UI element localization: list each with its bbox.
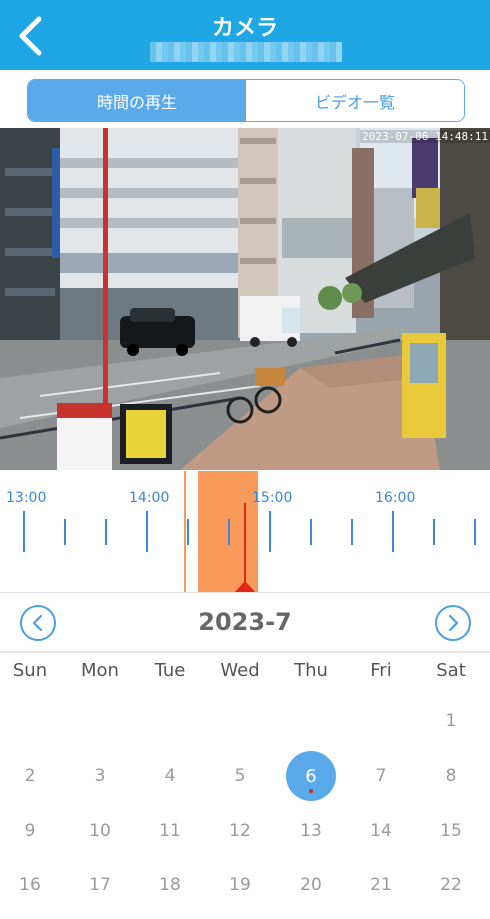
weekday-sun: Sun: [12, 660, 48, 681]
calendar-day[interactable]: 20: [286, 860, 336, 910]
weekday-sat: Sat: [436, 660, 466, 681]
page-title: カメラ: [211, 16, 278, 41]
video-player[interactable]: 2023-07-06 14:48:11: [0, 128, 490, 470]
calendar-day[interactable]: 22: [426, 860, 476, 910]
timeline-label: 16:00: [375, 490, 416, 506]
video-frame: [0, 128, 490, 470]
timeline-minor-tick: [351, 519, 353, 545]
timeline-minor-tick: [64, 519, 66, 545]
calendar-day[interactable]: 1: [426, 696, 476, 746]
timeline-label: 15:00: [252, 490, 293, 506]
calendar-day[interactable]: 13: [286, 806, 336, 856]
playhead-line[interactable]: [244, 503, 246, 588]
playhead-marker-icon[interactable]: [234, 581, 256, 592]
calendar-header: 2023-7: [0, 598, 490, 650]
weekday-thu: Thu: [294, 660, 328, 681]
timeline-minor-tick: [187, 519, 189, 545]
next-month-button[interactable]: [435, 605, 471, 641]
weekday-fri: Fri: [370, 660, 392, 681]
month-title: 2023-7: [198, 608, 292, 636]
timeline-major-tick: [23, 511, 25, 552]
calendar-divider: [0, 651, 490, 653]
calendar-day[interactable]: 10: [75, 806, 125, 856]
calendar-day[interactable]: 16: [5, 860, 55, 910]
calendar-day[interactable]: 7: [356, 751, 406, 801]
calendar-day[interactable]: 15: [426, 806, 476, 856]
chevron-right-circle-icon: [448, 614, 459, 632]
calendar-day-selected[interactable]: 6: [286, 751, 336, 801]
weekday-mon: Mon: [81, 660, 119, 681]
timeline-minor-tick: [433, 519, 435, 545]
calendar-day[interactable]: 4: [145, 751, 195, 801]
calendar-day[interactable]: 3: [75, 751, 125, 801]
device-name-redacted: [150, 42, 342, 62]
calendar-day[interactable]: 8: [426, 751, 476, 801]
calendar-day[interactable]: 14: [356, 806, 406, 856]
tab-time-playback[interactable]: 時間の再生: [28, 80, 246, 121]
calendar-day[interactable]: 17: [75, 860, 125, 910]
view-mode-tabs: 時間の再生 ビデオ一覧: [27, 79, 465, 122]
timeline-minor-tick: [474, 519, 476, 545]
calendar-day[interactable]: 2: [5, 751, 55, 801]
weekday-row: Sun Mon Tue Wed Thu Fri Sat: [0, 660, 490, 688]
timeline-major-tick: [392, 511, 394, 552]
timeline-minor-tick: [310, 519, 312, 545]
timeline-scrubber[interactable]: 13:00 14:00 15:00 16:00: [0, 471, 490, 593]
timeline-minor-tick: [105, 519, 107, 545]
calendar-day[interactable]: 19: [215, 860, 265, 910]
selected-day-number: 6: [305, 765, 317, 787]
calendar-day[interactable]: 5: [215, 751, 265, 801]
calendar-day[interactable]: 12: [215, 806, 265, 856]
recording-indicator-dot: [309, 789, 313, 793]
timeline-major-tick: [146, 511, 148, 552]
weekday-tue: Tue: [154, 660, 186, 681]
timeline-major-tick: [269, 511, 271, 552]
calendar-day[interactable]: 21: [356, 860, 406, 910]
timeline-minor-tick: [228, 519, 230, 545]
timeline-label: 14:00: [129, 490, 170, 506]
video-timestamp: 2023-07-06 14:48:11: [360, 130, 490, 143]
calendar-day[interactable]: 11: [145, 806, 195, 856]
app-header: カメラ: [0, 0, 490, 70]
tab-video-list[interactable]: ビデオ一覧: [246, 80, 464, 121]
timeline-label: 13:00: [6, 490, 47, 506]
calendar-day[interactable]: 18: [145, 860, 195, 910]
calendar-day[interactable]: 9: [5, 806, 55, 856]
weekday-wed: Wed: [220, 660, 260, 681]
recording-range-start-marker: [184, 471, 186, 592]
